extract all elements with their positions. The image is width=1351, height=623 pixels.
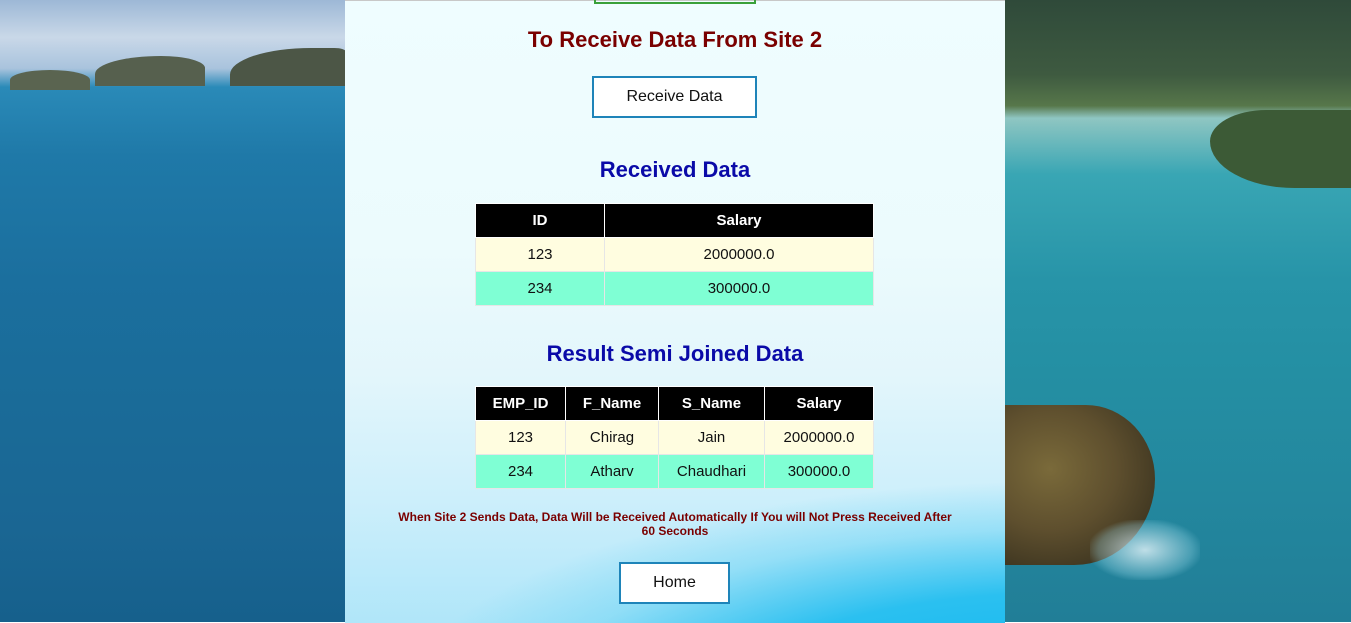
received-data-table: ID Salary 123 2000000.0 234 300000.0 <box>475 203 874 306</box>
table-cell: Chaudhari <box>658 454 765 489</box>
table-header-row: EMP_ID F_Name S_Name Salary <box>475 386 874 421</box>
home-button[interactable]: Home <box>619 562 730 604</box>
top-button-edge[interactable] <box>594 0 756 4</box>
table-cell: Jain <box>658 420 765 455</box>
page-title: To Receive Data From Site 2 <box>527 27 823 52</box>
table-cell: Chirag <box>565 420 659 455</box>
table-row: 234 Atharv Chaudhari 300000.0 <box>475 454 874 489</box>
table-cell: 2000000.0 <box>604 237 874 272</box>
table-row: 234 300000.0 <box>475 271 874 306</box>
table-cell: 234 <box>475 454 566 489</box>
island-left-3 <box>230 48 346 86</box>
island-left-2 <box>95 56 205 86</box>
table-cell: 123 <box>475 237 605 272</box>
wave-foam <box>1090 520 1200 580</box>
auto-receive-note: When Site 2 Sends Data, Data Will be Rec… <box>398 510 952 538</box>
table-cell: 123 <box>475 420 566 455</box>
receive-data-button[interactable]: Receive Data <box>592 76 757 118</box>
column-header: ID <box>475 203 605 238</box>
received-data-title: Received Data <box>599 157 751 182</box>
island-left-1 <box>10 70 90 90</box>
semi-join-table: EMP_ID F_Name S_Name Salary 123 Chirag J… <box>475 386 874 489</box>
table-row: 123 2000000.0 <box>475 237 874 272</box>
table-cell: 234 <box>475 271 605 306</box>
column-header: S_Name <box>658 386 765 421</box>
column-header: Salary <box>604 203 874 238</box>
column-header: F_Name <box>565 386 659 421</box>
column-header: Salary <box>764 386 874 421</box>
table-cell: 2000000.0 <box>764 420 874 455</box>
table-cell: Atharv <box>565 454 659 489</box>
table-row: 123 Chirag Jain 2000000.0 <box>475 420 874 455</box>
table-header-row: ID Salary <box>475 203 874 238</box>
table-cell: 300000.0 <box>764 454 874 489</box>
column-header: EMP_ID <box>475 386 566 421</box>
semi-join-title: Result Semi Joined Data <box>546 341 804 366</box>
table-cell: 300000.0 <box>604 271 874 306</box>
